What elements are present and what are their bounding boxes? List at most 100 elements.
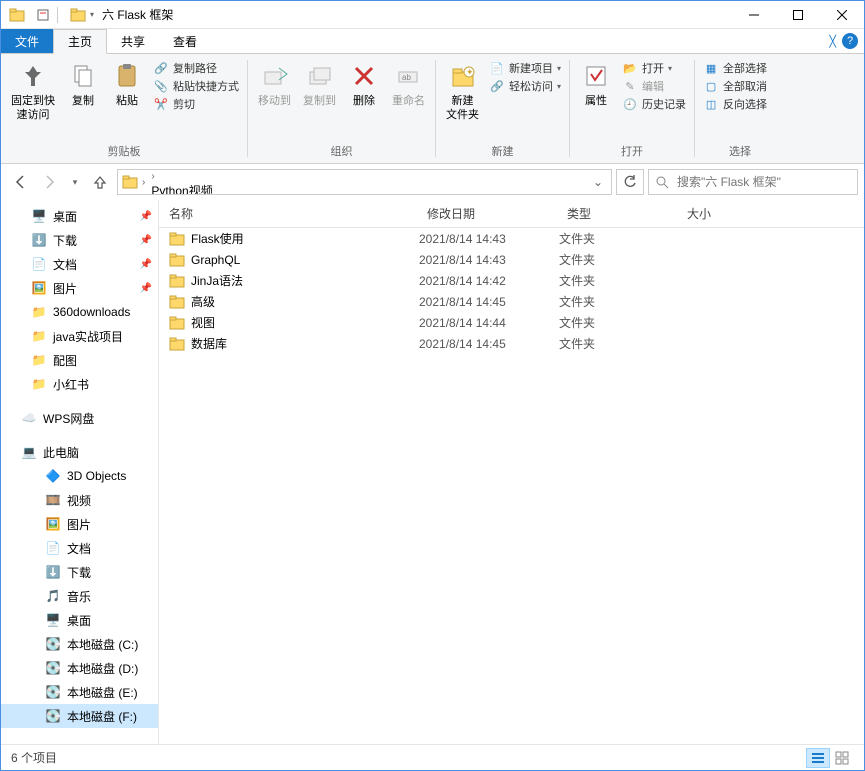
new-item-button[interactable]: 📄新建项目▾ bbox=[489, 60, 561, 76]
window-title: 六 Flask 框架 bbox=[102, 6, 173, 23]
address-bar-row: ▾ › 此电脑›本地磁盘 (F:)›Python视频›六 Flask 框架› ⌄ bbox=[1, 164, 864, 200]
nav-item[interactable]: 📄文档📌 bbox=[1, 252, 158, 276]
view-icons-button[interactable] bbox=[830, 748, 854, 768]
col-type[interactable]: 类型 bbox=[559, 205, 679, 222]
folder-icon: 📁 bbox=[31, 376, 47, 392]
nav-item[interactable]: ⬇️下载📌 bbox=[1, 228, 158, 252]
nav-wps[interactable]: ☁️ WPS网盘 bbox=[1, 406, 158, 430]
help-icon[interactable]: ? bbox=[842, 33, 858, 49]
file-modified: 2021/8/14 14:43 bbox=[419, 232, 559, 246]
maximize-button[interactable] bbox=[776, 1, 820, 29]
file-row[interactable]: 高级2021/8/14 14:45文件夹 bbox=[159, 291, 864, 312]
nav-item[interactable]: 💽本地磁盘 (E:) bbox=[1, 680, 158, 704]
view-details-button[interactable] bbox=[806, 748, 830, 768]
select-none-button[interactable]: ▢全部取消 bbox=[703, 78, 767, 94]
refresh-button[interactable] bbox=[616, 169, 644, 195]
file-row[interactable]: 视图2021/8/14 14:44文件夹 bbox=[159, 312, 864, 333]
nav-item[interactable]: 🖥️桌面📌 bbox=[1, 204, 158, 228]
nav-item[interactable]: 🎵音乐 bbox=[1, 584, 158, 608]
drive-icon: 💽 bbox=[45, 684, 61, 700]
chevron-right-icon[interactable]: › bbox=[149, 171, 156, 182]
close-button[interactable] bbox=[820, 1, 864, 29]
nav-item[interactable]: 📁小红书 bbox=[1, 372, 158, 396]
nav-item[interactable]: 💽本地磁盘 (D:) bbox=[1, 656, 158, 680]
tab-home[interactable]: 主页 bbox=[53, 29, 107, 54]
history-button[interactable]: 🕘历史记录 bbox=[622, 96, 686, 112]
col-modified[interactable]: 修改日期 bbox=[419, 205, 559, 222]
file-name: GraphQL bbox=[191, 253, 240, 267]
column-headers[interactable]: 名称 修改日期 类型 大小 bbox=[159, 200, 864, 228]
file-modified: 2021/8/14 14:42 bbox=[419, 274, 559, 288]
qat-dropdown-icon[interactable]: ▾ bbox=[90, 10, 94, 19]
paste-shortcut-button[interactable]: 📎粘贴快捷方式 bbox=[153, 78, 239, 94]
cut-button[interactable]: ✂️剪切 bbox=[153, 96, 239, 112]
tab-view[interactable]: 查看 bbox=[159, 29, 211, 53]
tab-file[interactable]: 文件 bbox=[1, 29, 53, 53]
file-row[interactable]: 数据库2021/8/14 14:45文件夹 bbox=[159, 333, 864, 354]
nav-item[interactable]: 💽本地磁盘 (F:) bbox=[1, 704, 158, 728]
doc-icon: 📄 bbox=[45, 540, 61, 556]
file-rows[interactable]: Flask使用2021/8/14 14:43文件夹GraphQL2021/8/1… bbox=[159, 228, 864, 744]
qat-properties-icon[interactable] bbox=[33, 5, 53, 25]
status-count: 6 个项目 bbox=[11, 749, 57, 766]
folder-icon: 📁 bbox=[31, 328, 47, 344]
select-all-button[interactable]: ▦全部选择 bbox=[703, 60, 767, 76]
col-size[interactable]: 大小 bbox=[679, 205, 864, 222]
nav-item[interactable]: 🖼️图片 bbox=[1, 512, 158, 536]
file-row[interactable]: JinJa语法2021/8/14 14:42文件夹 bbox=[159, 270, 864, 291]
open-button[interactable]: 📂打开▾ bbox=[622, 60, 686, 76]
properties-button[interactable]: 属性 bbox=[574, 58, 618, 110]
paste-button[interactable]: 粘贴 bbox=[105, 58, 149, 110]
search-box[interactable] bbox=[648, 169, 858, 195]
nav-item[interactable]: 📁360downloads bbox=[1, 300, 158, 324]
rename-button[interactable]: ab 重命名 bbox=[386, 58, 431, 110]
navigation-pane[interactable]: 🖥️桌面📌⬇️下载📌📄文档📌🖼️图片📌📁360downloads📁java实战项… bbox=[1, 200, 159, 744]
nav-item[interactable]: 📁配图 bbox=[1, 348, 158, 372]
drive-icon: 💽 bbox=[45, 708, 61, 724]
chevron-right-icon[interactable]: › bbox=[140, 177, 147, 188]
nav-item[interactable]: 🖥️桌面 bbox=[1, 608, 158, 632]
nav-item[interactable]: ⬇️下载 bbox=[1, 560, 158, 584]
easy-access-button[interactable]: 🔗轻松访问▾ bbox=[489, 78, 561, 94]
col-name[interactable]: 名称 bbox=[159, 205, 419, 222]
ribbon: 固定到快 速访问 复制 粘贴 🔗复制路径 📎粘贴快捷方式 ✂️剪切 剪贴板 移动… bbox=[1, 54, 864, 164]
pc-icon: 💻 bbox=[21, 444, 37, 460]
new-folder-button[interactable]: ✦ 新建 文件夹 bbox=[440, 58, 485, 124]
nav-item[interactable]: 📄文档 bbox=[1, 536, 158, 560]
nav-this-pc[interactable]: 💻 此电脑 bbox=[1, 440, 158, 464]
back-button[interactable] bbox=[7, 169, 33, 195]
file-type: 文件夹 bbox=[559, 272, 679, 289]
up-button[interactable] bbox=[87, 169, 113, 195]
minimize-button[interactable] bbox=[732, 1, 776, 29]
file-row[interactable]: Flask使用2021/8/14 14:43文件夹 bbox=[159, 228, 864, 249]
file-row[interactable]: GraphQL2021/8/14 14:43文件夹 bbox=[159, 249, 864, 270]
move-to-button[interactable]: 移动到 bbox=[252, 58, 297, 110]
recent-button[interactable]: ▾ bbox=[67, 169, 83, 195]
group-organize-label: 组织 bbox=[252, 141, 431, 163]
folder-icon bbox=[169, 252, 185, 268]
nav-item[interactable]: 📁java实战项目 bbox=[1, 324, 158, 348]
copy-to-button[interactable]: 复制到 bbox=[297, 58, 342, 110]
address-bar[interactable]: › 此电脑›本地磁盘 (F:)›Python视频›六 Flask 框架› ⌄ bbox=[117, 169, 612, 195]
copy-button[interactable]: 复制 bbox=[61, 58, 105, 110]
nav-item[interactable]: 🔷3D Objects bbox=[1, 464, 158, 488]
file-name: 视图 bbox=[191, 314, 215, 331]
nav-item[interactable]: 🖼️图片📌 bbox=[1, 276, 158, 300]
pin-quickaccess-button[interactable]: 固定到快 速访问 bbox=[5, 58, 61, 124]
nav-item[interactable]: 💽本地磁盘 (C:) bbox=[1, 632, 158, 656]
ribbon-toggle-icon[interactable]: ╳ bbox=[829, 35, 836, 48]
invert-selection-button[interactable]: ◫反向选择 bbox=[703, 96, 767, 112]
address-dropdown-icon[interactable]: ⌄ bbox=[589, 175, 607, 189]
forward-button[interactable] bbox=[37, 169, 63, 195]
search-input[interactable] bbox=[675, 174, 851, 190]
status-bar: 6 个项目 bbox=[1, 744, 864, 770]
folder-icon bbox=[169, 315, 185, 331]
pin-icon: 📌 bbox=[140, 211, 152, 222]
tab-share[interactable]: 共享 bbox=[107, 29, 159, 53]
folder-icon: 📁 bbox=[31, 304, 47, 320]
copy-path-button[interactable]: 🔗复制路径 bbox=[153, 60, 239, 76]
edit-button[interactable]: ✎编辑 bbox=[622, 78, 686, 94]
delete-button[interactable]: 删除 bbox=[342, 58, 386, 110]
breadcrumb-item[interactable]: Python视频 bbox=[149, 182, 224, 195]
nav-item[interactable]: 🎞️视频 bbox=[1, 488, 158, 512]
